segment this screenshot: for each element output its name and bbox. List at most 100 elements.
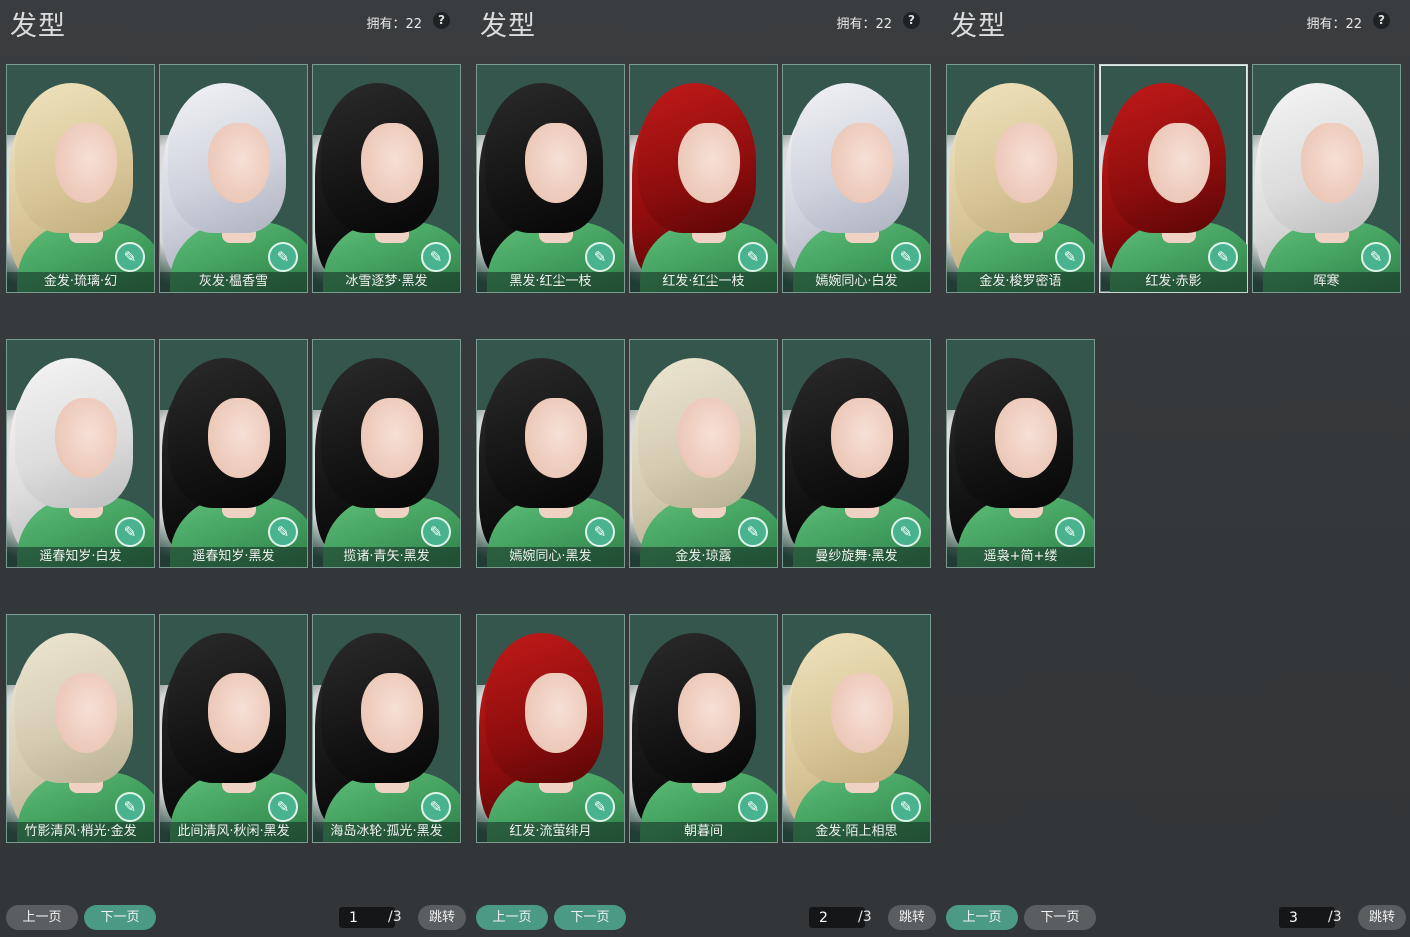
- next-page-button[interactable]: 下一页: [554, 905, 626, 930]
- face: [995, 123, 1057, 203]
- brush-icon[interactable]: ✎: [1055, 242, 1085, 272]
- brush-icon[interactable]: ✎: [891, 517, 921, 547]
- brush-icon[interactable]: ✎: [421, 792, 451, 822]
- hairstyle-card[interactable]: ✎ 嫣婉同心·白发: [782, 64, 931, 293]
- hairstyle-card[interactable]: ✎ 遥春知岁·白发: [6, 339, 155, 568]
- face: [208, 673, 270, 753]
- face: [831, 673, 893, 753]
- brush-icon[interactable]: ✎: [738, 792, 768, 822]
- hairstyle-label: 冰雪逐梦·黑发: [313, 272, 460, 292]
- hairstyle-card[interactable]: ✎ 嫣婉同心·黑发: [476, 339, 625, 568]
- hairstyle-card[interactable]: ✎ 灰发·榅香雪: [159, 64, 308, 293]
- hairstyle-card[interactable]: ✎ 冰雪逐梦·黑发: [312, 64, 461, 293]
- brush-icon[interactable]: ✎: [421, 242, 451, 272]
- pagination: 上一页 下一页 /3 跳转: [6, 905, 466, 931]
- face: [525, 673, 587, 753]
- brush-icon[interactable]: ✎: [1208, 242, 1238, 272]
- face: [208, 398, 270, 478]
- panel-title: 发型: [950, 11, 1006, 42]
- brush-icon[interactable]: ✎: [268, 792, 298, 822]
- hairstyle-card[interactable]: ✎ 揽诸·青矢·黑发: [312, 339, 461, 568]
- face: [361, 673, 423, 753]
- hairstyle-card[interactable]: ✎ 黑发·红尘一枝: [476, 64, 625, 293]
- face: [208, 123, 270, 203]
- hairstyle-card[interactable]: ✎ 曼纱旋舞·黑发: [782, 339, 931, 568]
- jump-button[interactable]: 跳转: [888, 905, 936, 930]
- hairstyle-label: 黑发·红尘一枝: [477, 272, 624, 292]
- hairstyle-label: 曼纱旋舞·黑发: [783, 547, 930, 567]
- brush-icon[interactable]: ✎: [891, 242, 921, 272]
- brush-icon[interactable]: ✎: [585, 242, 615, 272]
- brush-icon[interactable]: ✎: [1361, 242, 1391, 272]
- prev-page-button[interactable]: 上一页: [476, 905, 548, 930]
- page-number-input[interactable]: [809, 907, 865, 928]
- brush-icon[interactable]: ✎: [421, 517, 451, 547]
- hairstyle-panel-1: 发型 拥有：22 ? ✎ 金发·琉璃·幻 ✎ 灰发·榅香雪 ✎ 冰雪逐梦·黑发 ✎ 遥春…: [0, 0, 470, 937]
- hairstyle-panel-2: 发型 拥有：22 ? ✎ 黑发·红尘一枝 ✎ 红发·红尘一枝 ✎ 嫣婉同心·白发 ✎ 嫣…: [470, 0, 940, 937]
- brush-icon[interactable]: ✎: [738, 242, 768, 272]
- page-total: /3: [1328, 909, 1342, 925]
- hairstyle-card[interactable]: ✎ 金发·琉璃·幻: [6, 64, 155, 293]
- brush-icon[interactable]: ✎: [738, 517, 768, 547]
- hairstyle-label: 遥春知岁·黑发: [160, 547, 307, 567]
- brush-icon[interactable]: ✎: [268, 517, 298, 547]
- next-page-button[interactable]: 下一页: [1024, 905, 1096, 930]
- hairstyle-card-selected[interactable]: ✎ 红发·赤影: [1099, 64, 1248, 293]
- jump-button[interactable]: 跳转: [418, 905, 466, 930]
- hairstyle-label: 嫣婉同心·黑发: [477, 547, 624, 567]
- panel-title: 发型: [10, 11, 66, 42]
- hairstyle-label: 晖寒: [1253, 272, 1400, 292]
- hairstyle-label: 遥袅+简+缕: [947, 547, 1094, 567]
- hairstyle-card[interactable]: ✎ 金发·陌上相思: [782, 614, 931, 843]
- brush-icon[interactable]: ✎: [1055, 517, 1085, 547]
- hairstyle-card[interactable]: ✎ 朝暮间: [629, 614, 778, 843]
- owned-count: 拥有：22: [836, 17, 892, 32]
- help-icon[interactable]: ?: [903, 12, 920, 29]
- jump-button[interactable]: 跳转: [1358, 905, 1406, 930]
- page-number-input[interactable]: [1279, 907, 1335, 928]
- page-number-input[interactable]: [339, 907, 395, 928]
- hairstyle-label: 红发·红尘一枝: [630, 272, 777, 292]
- hairstyle-card[interactable]: ✎ 遥春知岁·黑发: [159, 339, 308, 568]
- hairstyle-label: 此间清风·秋闲·黑发: [160, 822, 307, 842]
- hairstyle-card[interactable]: ✎ 遥袅+简+缕: [946, 339, 1095, 568]
- hairstyle-card[interactable]: ✎ 红发·流萤绯月: [476, 614, 625, 843]
- hairstyle-card[interactable]: ✎ 海岛冰轮·孤光·黑发: [312, 614, 461, 843]
- brush-icon[interactable]: ✎: [115, 792, 145, 822]
- help-icon[interactable]: ?: [1373, 12, 1390, 29]
- hairstyle-card[interactable]: ✎ 晖寒: [1252, 64, 1401, 293]
- brush-icon[interactable]: ✎: [115, 242, 145, 272]
- brush-icon[interactable]: ✎: [891, 792, 921, 822]
- hairstyle-label: 金发·梭罗密语: [947, 272, 1094, 292]
- hairstyle-card[interactable]: ✎ 此间清风·秋闲·黑发: [159, 614, 308, 843]
- face: [1148, 123, 1210, 203]
- face: [678, 673, 740, 753]
- face: [55, 398, 117, 478]
- face: [831, 123, 893, 203]
- hairstyle-label: 揽诸·青矢·黑发: [313, 547, 460, 567]
- prev-page-button[interactable]: 上一页: [946, 905, 1018, 930]
- help-icon[interactable]: ?: [433, 12, 450, 29]
- hairstyle-grid: ✎ 金发·琉璃·幻 ✎ 灰发·榅香雪 ✎ 冰雪逐梦·黑发 ✎ 遥春知岁·白发 ✎ 遥春知岁…: [6, 64, 461, 843]
- brush-icon[interactable]: ✎: [115, 517, 145, 547]
- page-total: /3: [858, 909, 872, 925]
- hairstyle-grid: ✎ 黑发·红尘一枝 ✎ 红发·红尘一枝 ✎ 嫣婉同心·白发 ✎ 嫣婉同心·黑发 ✎ 金发·…: [476, 64, 931, 843]
- hairstyle-label: 金发·陌上相思: [783, 822, 930, 842]
- panel-title: 发型: [480, 11, 536, 42]
- hairstyle-card[interactable]: ✎ 金发·琼露: [629, 339, 778, 568]
- face: [361, 398, 423, 478]
- face: [678, 398, 740, 478]
- face: [525, 398, 587, 478]
- pagination: 上一页 下一页 /3 跳转: [946, 905, 1406, 931]
- hairstyle-card[interactable]: ✎ 竹影清风·梢光·金发: [6, 614, 155, 843]
- brush-icon[interactable]: ✎: [585, 792, 615, 822]
- brush-icon[interactable]: ✎: [268, 242, 298, 272]
- hairstyle-label: 海岛冰轮·孤光·黑发: [313, 822, 460, 842]
- brush-icon[interactable]: ✎: [585, 517, 615, 547]
- hairstyle-card[interactable]: ✎ 红发·红尘一枝: [629, 64, 778, 293]
- prev-page-button[interactable]: 上一页: [6, 905, 78, 930]
- hairstyle-grid: ✎ 金发·梭罗密语 ✎ 红发·赤影 ✎ 晖寒 ✎ 遥袅+简+缕: [946, 64, 1401, 568]
- hairstyle-card[interactable]: ✎ 金发·梭罗密语: [946, 64, 1095, 293]
- face: [1301, 123, 1363, 203]
- next-page-button[interactable]: 下一页: [84, 905, 156, 930]
